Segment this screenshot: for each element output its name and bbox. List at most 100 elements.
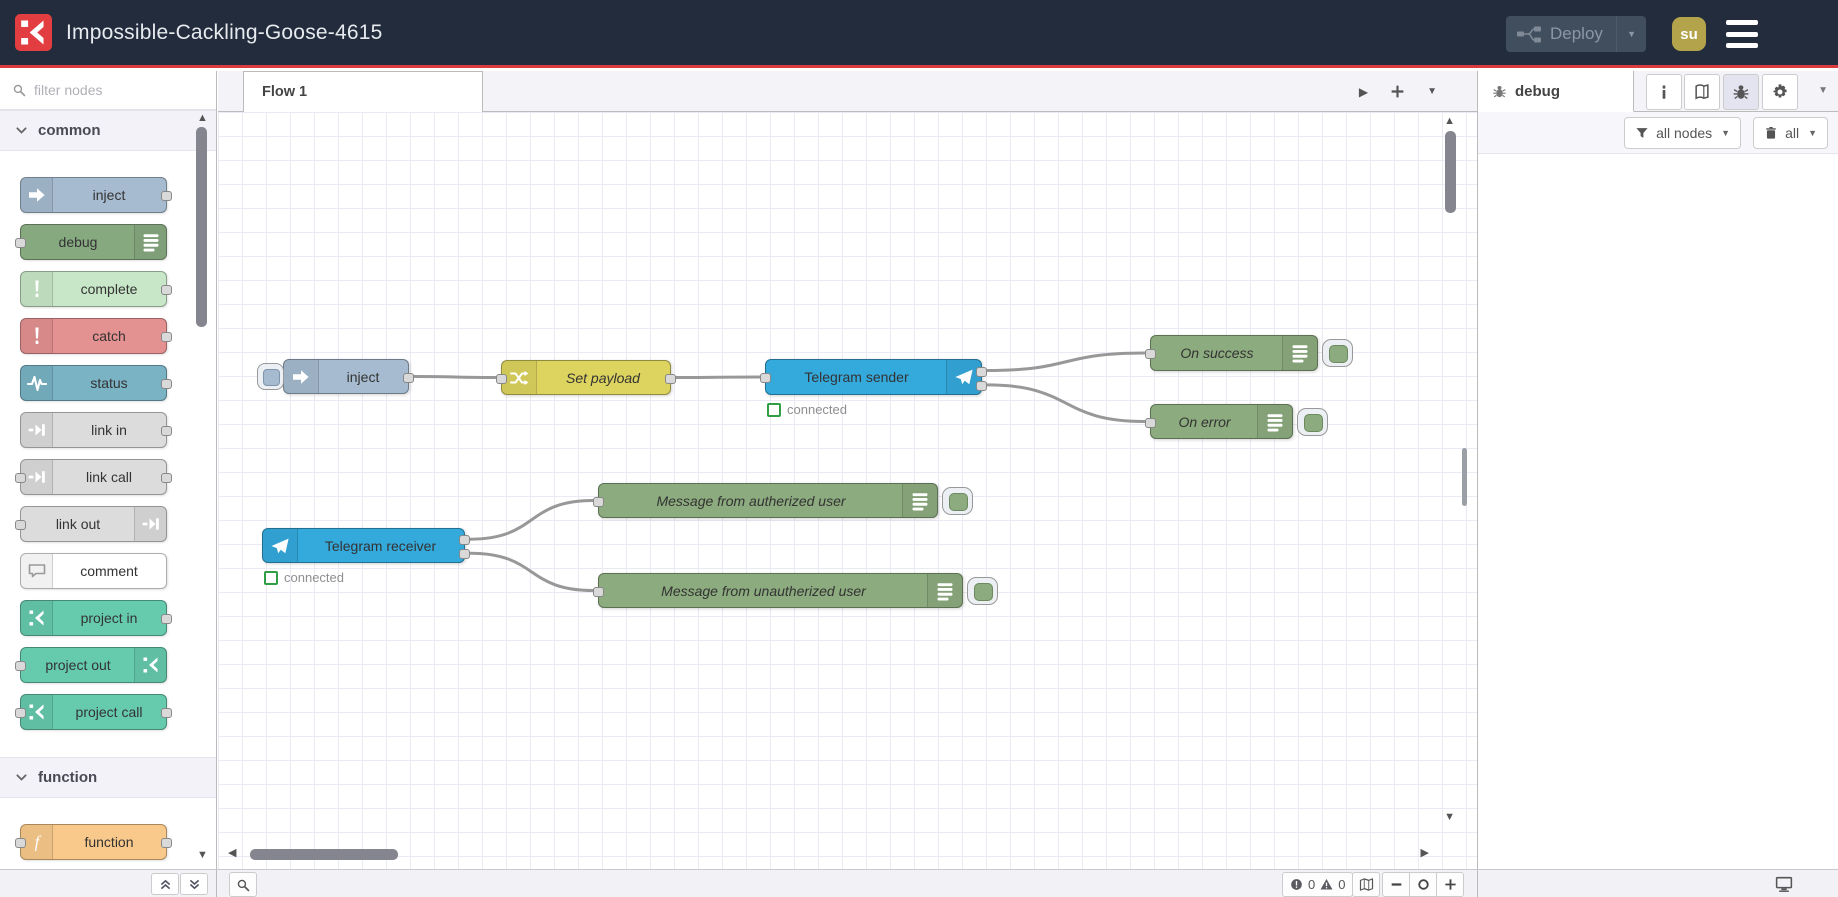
- palette-node-inject[interactable]: inject: [20, 177, 172, 213]
- sidebar-debug-button[interactable]: [1723, 74, 1759, 110]
- palette-filter-input[interactable]: [32, 81, 176, 99]
- deploy-button[interactable]: Deploy ▼: [1506, 16, 1646, 52]
- output-port[interactable]: [665, 374, 676, 384]
- palette-node-complete[interactable]: complete: [20, 271, 172, 307]
- canvas-scroll-down[interactable]: ▼: [1444, 812, 1455, 823]
- navigator-button[interactable]: [1352, 872, 1380, 897]
- output-port[interactable]: [161, 285, 172, 295]
- output-port[interactable]: [161, 473, 172, 483]
- sidebar-info-button[interactable]: [1646, 74, 1682, 110]
- input-port[interactable]: [496, 374, 507, 384]
- input-port[interactable]: [15, 520, 26, 530]
- panel-resize-handle[interactable]: [1462, 448, 1467, 506]
- zoom-reset-button[interactable]: [1410, 873, 1437, 896]
- canvas-search-button[interactable]: [229, 872, 257, 897]
- inject-trigger-button[interactable]: [257, 363, 284, 390]
- add-flow-button[interactable]: [1390, 84, 1405, 99]
- canvas-vscrollbar-thumb[interactable]: [1445, 131, 1456, 213]
- wire[interactable]: [468, 499, 595, 541]
- open-console-button[interactable]: [1772, 872, 1796, 895]
- canvas-hscrollbar-thumb[interactable]: [250, 849, 398, 860]
- palette-category-common[interactable]: common: [0, 110, 216, 151]
- wire[interactable]: [674, 375, 762, 379]
- output-port[interactable]: [161, 838, 172, 848]
- palette-scrollbar-thumb[interactable]: [196, 127, 207, 327]
- debug-clear-button[interactable]: all ▼: [1753, 116, 1828, 149]
- input-port[interactable]: [1145, 349, 1156, 359]
- output-port[interactable]: [161, 191, 172, 201]
- next-tab-button[interactable]: ▶: [1359, 85, 1368, 99]
- palette-scroll-up[interactable]: ▲: [197, 113, 208, 124]
- main-menu-button[interactable]: [1726, 20, 1758, 48]
- palette-node-link-in[interactable]: link in: [20, 412, 172, 448]
- input-port[interactable]: [15, 238, 26, 248]
- flow-node-telegram-receiver[interactable]: Telegram receiver: [262, 528, 470, 563]
- wire[interactable]: [985, 383, 1147, 423]
- flow-canvas[interactable]: inject Set payload Telegram sender connecte…: [218, 112, 1477, 869]
- flow-node-on-error[interactable]: On error: [1145, 404, 1293, 439]
- output-port[interactable]: [976, 381, 987, 391]
- wire[interactable]: [468, 551, 595, 592]
- input-port[interactable]: [760, 373, 771, 383]
- wire[interactable]: [985, 351, 1147, 373]
- palette-scroll-down[interactable]: ▼: [197, 850, 208, 861]
- sidebar-config-button[interactable]: [1762, 74, 1798, 110]
- wire[interactable]: [412, 375, 498, 379]
- collapse-categories-button[interactable]: [151, 873, 179, 895]
- debug-filter-button[interactable]: all nodes ▼: [1624, 116, 1742, 149]
- output-port[interactable]: [459, 535, 470, 545]
- flow-node-msg-auth[interactable]: Message from autherized user: [593, 483, 938, 518]
- canvas-scroll-left[interactable]: ◀: [228, 848, 236, 859]
- debug-toggle-button[interactable]: [1297, 407, 1328, 436]
- sidebar-tab-debug[interactable]: debug: [1478, 71, 1634, 112]
- input-port[interactable]: [15, 473, 26, 483]
- sidebar-help-button[interactable]: [1684, 74, 1720, 110]
- palette-node-comment[interactable]: comment: [20, 553, 167, 589]
- input-port[interactable]: [593, 587, 604, 597]
- flow-node-set-payload[interactable]: Set payload: [496, 360, 676, 395]
- flow-node-inject[interactable]: inject: [283, 359, 414, 394]
- flow-node-msg-unauth[interactable]: Message from unautherized user: [593, 573, 963, 608]
- output-port[interactable]: [161, 426, 172, 436]
- input-port[interactable]: [15, 708, 26, 718]
- zoom-in-button[interactable]: [1437, 873, 1463, 896]
- output-port[interactable]: [161, 379, 172, 389]
- flow-node-on-success[interactable]: On success: [1145, 335, 1318, 371]
- output-port[interactable]: [459, 549, 470, 559]
- user-avatar[interactable]: su: [1672, 17, 1706, 51]
- palette-node-function[interactable]: f function: [15, 824, 172, 860]
- sidebar-tabs-caret[interactable]: ▼: [1818, 85, 1828, 96]
- debug-toggle-button[interactable]: [942, 486, 973, 515]
- deploy-options-caret[interactable]: ▼: [1616, 16, 1646, 52]
- palette-category-function[interactable]: function: [0, 757, 216, 798]
- palette-node-project-out[interactable]: project out: [15, 647, 167, 683]
- output-port[interactable]: [161, 332, 172, 342]
- canvas-scroll-right[interactable]: ▶: [1421, 848, 1429, 859]
- palette-node-link-call[interactable]: link call: [15, 459, 172, 495]
- palette-search[interactable]: [0, 71, 216, 110]
- flow-node-telegram-sender[interactable]: Telegram sender: [760, 359, 987, 395]
- canvas-scroll-up[interactable]: ▲: [1444, 116, 1455, 127]
- output-port[interactable]: [161, 708, 172, 718]
- palette-node-debug[interactable]: debug: [15, 224, 167, 260]
- zoom-out-button[interactable]: [1383, 873, 1410, 896]
- input-port[interactable]: [1145, 418, 1156, 428]
- input-port[interactable]: [593, 497, 604, 507]
- chevron-down-icon: ▼: [1808, 127, 1817, 138]
- status-dot: [264, 570, 278, 585]
- expand-categories-button[interactable]: [180, 873, 208, 895]
- flow-list-button[interactable]: ▼: [1427, 86, 1437, 97]
- output-port[interactable]: [161, 614, 172, 624]
- output-port[interactable]: [976, 367, 987, 377]
- input-port[interactable]: [15, 661, 26, 671]
- palette-node-catch[interactable]: catch: [20, 318, 172, 354]
- palette-node-link-out[interactable]: link out: [15, 506, 167, 542]
- input-port[interactable]: [15, 838, 26, 848]
- debug-toggle-button[interactable]: [1322, 339, 1353, 367]
- palette-node-project-call[interactable]: project call: [15, 694, 172, 730]
- palette-node-project-in[interactable]: project in: [20, 600, 172, 636]
- debug-toggle-button[interactable]: [967, 576, 998, 605]
- output-port[interactable]: [403, 373, 414, 383]
- tab-flow-1[interactable]: Flow 1: [243, 71, 483, 112]
- palette-node-status[interactable]: status: [20, 365, 172, 401]
